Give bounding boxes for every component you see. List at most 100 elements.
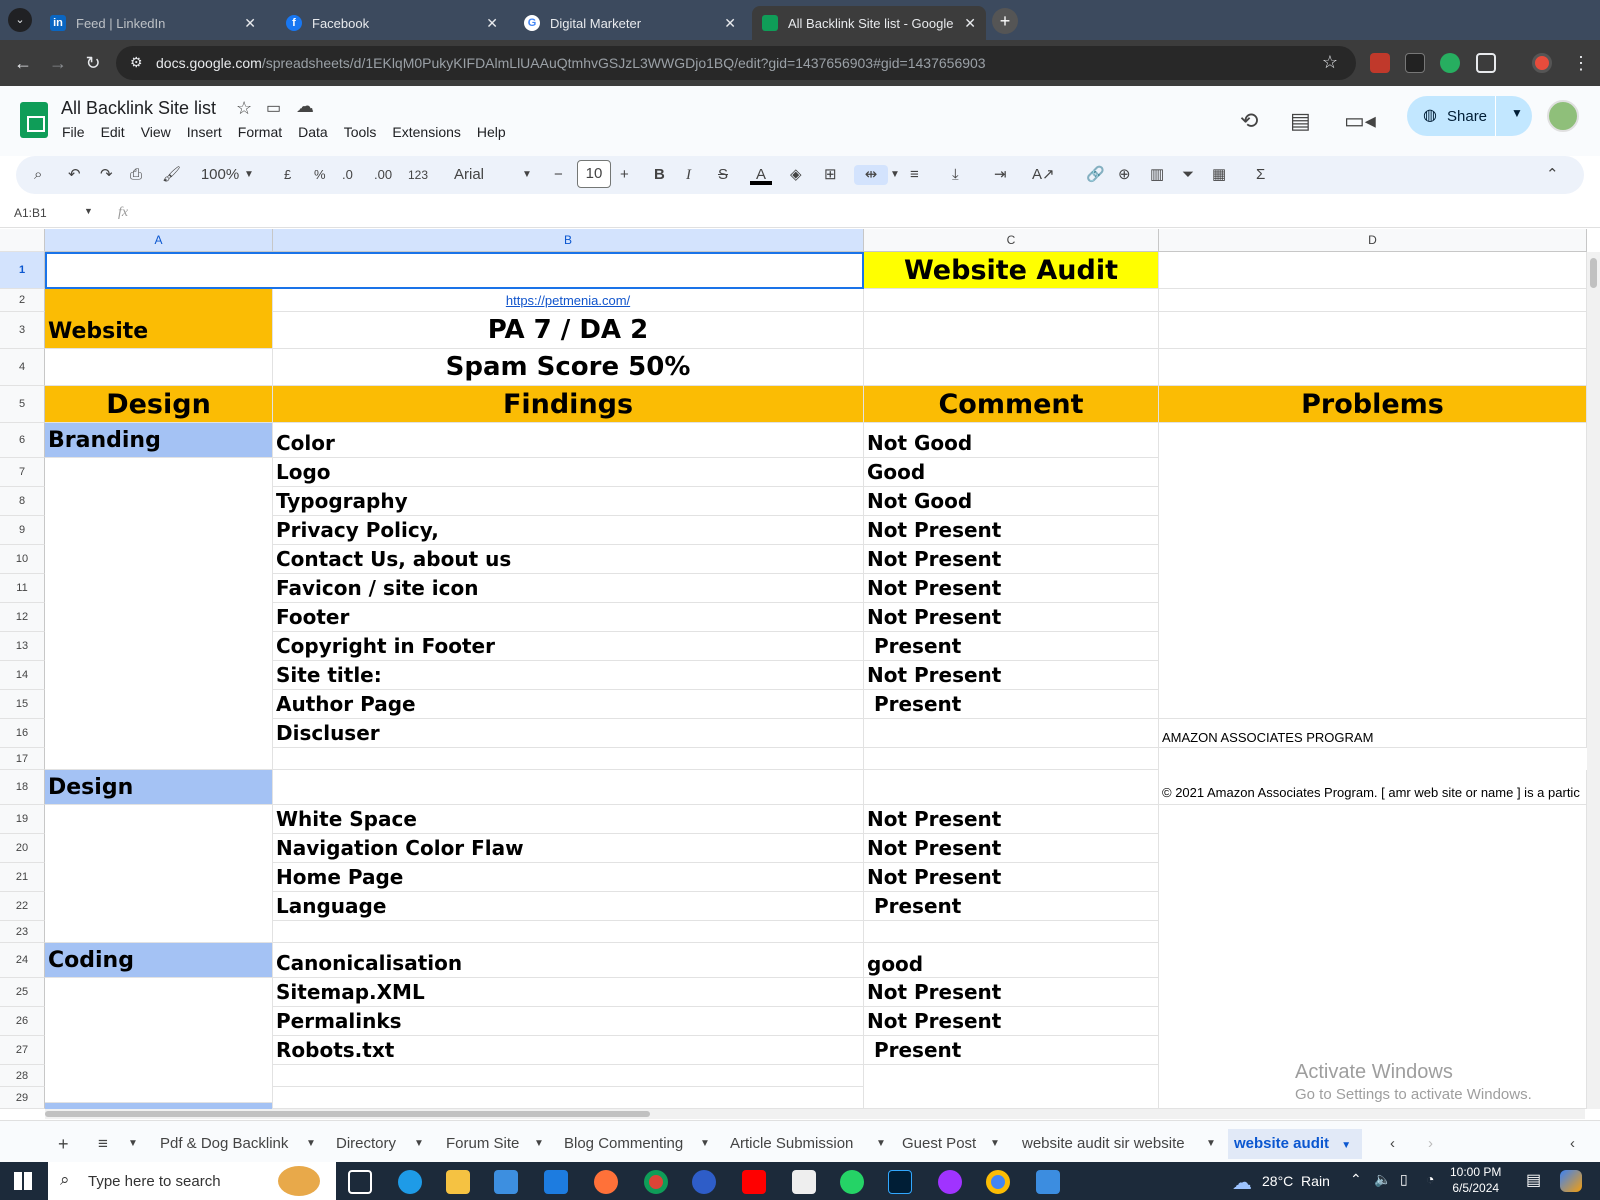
text-color-button[interactable]: A: [750, 165, 772, 185]
finding-comment[interactable]: Not Present: [864, 834, 1159, 863]
extension-icon[interactable]: [1405, 53, 1425, 73]
font-size-input[interactable]: 10: [577, 160, 611, 188]
vertical-scroll-thumb[interactable]: [1590, 258, 1597, 288]
vpn-icon[interactable]: [692, 1170, 716, 1194]
zoom-select[interactable]: 100%: [198, 165, 242, 185]
row-header[interactable]: 14: [0, 661, 45, 690]
finding-label[interactable]: Canonicalisation: [273, 943, 864, 978]
finding-comment[interactable]: Not Present: [864, 603, 1159, 632]
store-icon[interactable]: [494, 1170, 518, 1194]
finding-label[interactable]: White Space: [273, 805, 864, 834]
scroll-tabs-right-icon[interactable]: ›: [1422, 1129, 1439, 1159]
sheet-tab[interactable]: Forum Site: [440, 1129, 525, 1159]
filter-views-icon[interactable]: ▦: [1212, 165, 1226, 185]
finding-label[interactable]: Robots.txt: [273, 1036, 864, 1065]
row-header[interactable]: 12: [0, 603, 45, 632]
chevron-down-icon[interactable]: ▼: [522, 165, 532, 185]
finding-label[interactable]: Author Page: [273, 690, 864, 719]
account-avatar[interactable]: [1547, 100, 1579, 132]
vertical-scrollbar[interactable]: [1587, 252, 1600, 1109]
row-header[interactable]: 23: [0, 921, 45, 943]
sheet-tab[interactable]: Directory: [330, 1129, 402, 1159]
mail-icon[interactable]: [544, 1170, 568, 1194]
new-tab-button[interactable]: +: [992, 8, 1018, 34]
file-icon[interactable]: [792, 1170, 816, 1194]
chevron-down-icon[interactable]: ▼: [694, 1129, 716, 1159]
column-header-a[interactable]: A: [45, 229, 273, 252]
filter-icon[interactable]: ⏷: [1182, 165, 1194, 185]
petmenia-link[interactable]: https://petmenia.com/: [506, 293, 630, 308]
cell-row28[interactable]: [273, 1065, 864, 1087]
all-sheets-icon[interactable]: ≡: [92, 1129, 114, 1159]
finding-comment[interactable]: Not Present: [864, 978, 1159, 1007]
sheet-tab[interactable]: website audit sir website: [1016, 1129, 1191, 1159]
row-header[interactable]: 24: [0, 943, 45, 978]
chevron-down-icon[interactable]: ▼: [244, 165, 254, 185]
cell-b3[interactable]: PA 7 / DA 2: [273, 312, 864, 349]
paint-format-icon[interactable]: 🖌: [162, 165, 181, 185]
insert-link-icon[interactable]: 🔗: [1086, 165, 1105, 185]
print-icon[interactable]: ⎙: [130, 165, 142, 185]
row-header[interactable]: 20: [0, 834, 45, 863]
finding-label[interactable]: Permalinks: [273, 1007, 864, 1036]
browser-tab-sheets[interactable]: All Backlink Site list - Google Sh ✕: [752, 6, 986, 40]
chevron-down-icon[interactable]: ▼: [870, 1129, 892, 1159]
menu-data[interactable]: Data: [298, 124, 328, 140]
header-comment[interactable]: Comment: [864, 386, 1159, 423]
close-icon[interactable]: ✕: [964, 15, 976, 32]
row-header[interactable]: 6: [0, 423, 45, 458]
chrome-active-icon[interactable]: [986, 1170, 1010, 1194]
chrome-icon[interactable]: [644, 1170, 668, 1194]
finding-label[interactable]: Privacy Policy,: [273, 516, 864, 545]
row-header[interactable]: 28: [0, 1065, 45, 1087]
finding-label[interactable]: Language: [273, 892, 864, 921]
functions-button[interactable]: Σ: [1256, 165, 1265, 185]
finding-comment[interactable]: Not Present: [864, 863, 1159, 892]
finding-label[interactable]: Copyright in Footer: [273, 632, 864, 661]
row-header[interactable]: 27: [0, 1036, 45, 1065]
undo-icon[interactable]: ↶: [68, 165, 81, 185]
chevron-down-icon[interactable]: ▼: [1200, 1129, 1222, 1159]
text-rotation-icon[interactable]: A↗: [1032, 165, 1055, 185]
section-design[interactable]: Design: [45, 770, 273, 805]
chevron-down-icon[interactable]: ▼: [122, 1129, 144, 1159]
cell-d1[interactable]: [1159, 252, 1587, 289]
taskbar-search-box[interactable]: ⌕ Type here to search: [48, 1162, 336, 1200]
cell-b4[interactable]: Spam Score 50%: [273, 349, 864, 386]
chevron-down-icon[interactable]: ▼: [84, 206, 93, 216]
battery-icon[interactable]: ▯: [1400, 1171, 1408, 1188]
star-icon[interactable]: ☆: [236, 98, 252, 119]
sheet-tab[interactable]: Guest Post: [896, 1129, 982, 1159]
italic-button[interactable]: I: [686, 165, 691, 185]
add-sheet-icon[interactable]: +: [52, 1129, 75, 1159]
vertical-align-icon[interactable]: ⤓: [952, 165, 959, 185]
decrease-decimal-button[interactable]: .0: [342, 165, 353, 185]
header-problems[interactable]: Problems: [1159, 386, 1587, 423]
close-icon[interactable]: ✕: [486, 15, 498, 32]
firefox-icon[interactable]: [594, 1170, 618, 1194]
menu-file[interactable]: File: [62, 124, 85, 140]
redo-icon[interactable]: ↷: [100, 165, 113, 185]
sheets-logo-icon[interactable]: [20, 102, 48, 138]
menu-view[interactable]: View: [141, 124, 171, 140]
finding-label[interactable]: Home Page: [273, 863, 864, 892]
clock[interactable]: 10:00 PM 6/5/2024: [1450, 1164, 1501, 1196]
cell-row17[interactable]: [273, 748, 864, 770]
column-header-b[interactable]: B: [273, 229, 864, 252]
tray-chevron-icon[interactable]: ⌃: [1350, 1171, 1362, 1188]
finding-comment[interactable]: Present: [864, 690, 1159, 719]
row-header[interactable]: 5: [0, 386, 45, 423]
photos-icon[interactable]: [1036, 1170, 1060, 1194]
chevron-down-icon[interactable]: ▼: [528, 1129, 550, 1159]
row-header[interactable]: 15: [0, 690, 45, 719]
weather-icon[interactable]: ☁: [1232, 1170, 1252, 1195]
percent-button[interactable]: %: [314, 165, 326, 185]
cell-a2-a3-website[interactable]: Website: [45, 289, 273, 349]
strikethrough-button[interactable]: S: [718, 165, 728, 185]
move-folder-icon[interactable]: ▭: [266, 98, 281, 118]
file-explorer-icon[interactable]: [446, 1170, 470, 1194]
row-header[interactable]: 17: [0, 748, 45, 770]
finding-label[interactable]: Discluser: [273, 719, 864, 748]
cell-c18[interactable]: [864, 770, 1159, 805]
cell-d16[interactable]: AMAZON ASSOCIATES PROGRAM: [1159, 719, 1587, 748]
